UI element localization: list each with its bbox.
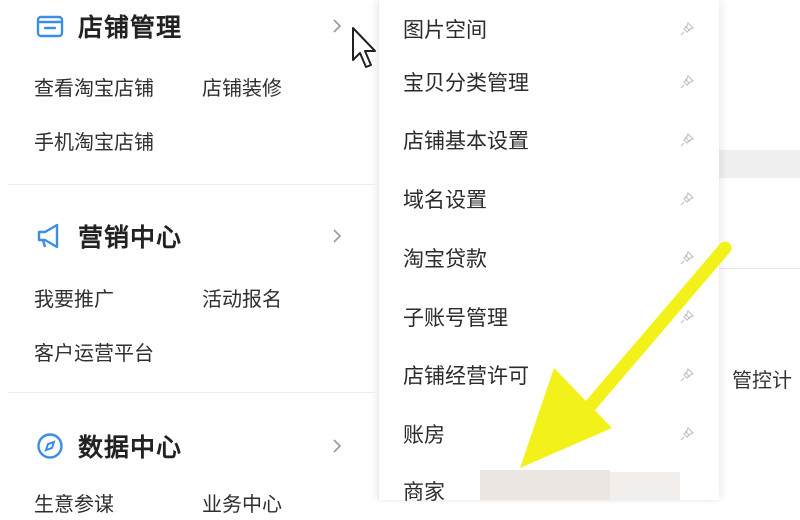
- link-shop-decoration[interactable]: 店铺装修: [202, 72, 282, 101]
- link-promotion[interactable]: 我要推广: [34, 283, 114, 312]
- section-title-marketing: 营销中心: [78, 223, 183, 252]
- link-business-advisor[interactable]: 生意参谋: [34, 488, 114, 517]
- pin-icon[interactable]: [679, 21, 695, 37]
- link-customer-operations[interactable]: 客户运营平台: [34, 337, 154, 366]
- section-data-center[interactable]: 数据中心: [34, 428, 182, 464]
- sidebar: 店铺管理 查看淘宝店铺 店铺装修 手机淘宝店铺 营销中心 我要推广 活动报名 客…: [0, 0, 375, 516]
- flyout-item-label: 图片空间: [403, 18, 487, 42]
- store-icon: [34, 10, 66, 42]
- section-marketing-center[interactable]: 营销中心: [34, 218, 182, 254]
- megaphone-icon: [34, 220, 66, 252]
- section-title-store: 店铺管理: [78, 13, 183, 42]
- flyout-item-domain-settings[interactable]: 域名设置: [379, 170, 719, 228]
- chevron-right-icon: [330, 19, 344, 33]
- flyout-item-label: 淘宝贷款: [403, 247, 487, 271]
- pin-icon[interactable]: [679, 132, 695, 148]
- flyout-item-category-management[interactable]: 宝贝分类管理: [379, 53, 719, 111]
- flyout-item-label: 店铺基本设置: [403, 129, 529, 153]
- divider: [8, 184, 375, 185]
- flyout-item-basic-settings[interactable]: 店铺基本设置: [379, 111, 719, 169]
- link-view-shop[interactable]: 查看淘宝店铺: [34, 72, 154, 101]
- section-title-data: 数据中心: [78, 433, 183, 462]
- flyout-item-label: 账房: [403, 423, 445, 447]
- link-mobile-shop[interactable]: 手机淘宝店铺: [34, 126, 154, 155]
- background-strip: [718, 150, 800, 178]
- flyout-item-label: 宝贝分类管理: [403, 71, 529, 95]
- link-business-center[interactable]: 业务中心: [202, 488, 282, 517]
- flyout-item-label: 域名设置: [403, 188, 487, 212]
- link-event-signup[interactable]: 活动报名: [202, 283, 282, 312]
- flyout-item-label: 商家: [403, 480, 445, 504]
- pin-icon[interactable]: [679, 74, 695, 90]
- compass-icon: [34, 430, 66, 462]
- section-store-management[interactable]: 店铺管理: [34, 8, 182, 44]
- chevron-right-icon: [330, 229, 344, 243]
- pin-icon[interactable]: [679, 191, 695, 207]
- mouse-cursor-icon: [352, 27, 376, 68]
- background-partial-text: 管控计: [732, 368, 792, 392]
- divider: [8, 392, 375, 393]
- flyout-item-image-space[interactable]: 图片空间: [379, 0, 719, 58]
- chevron-right-icon: [330, 439, 344, 453]
- yellow-arrow-annotation-icon: [520, 241, 732, 468]
